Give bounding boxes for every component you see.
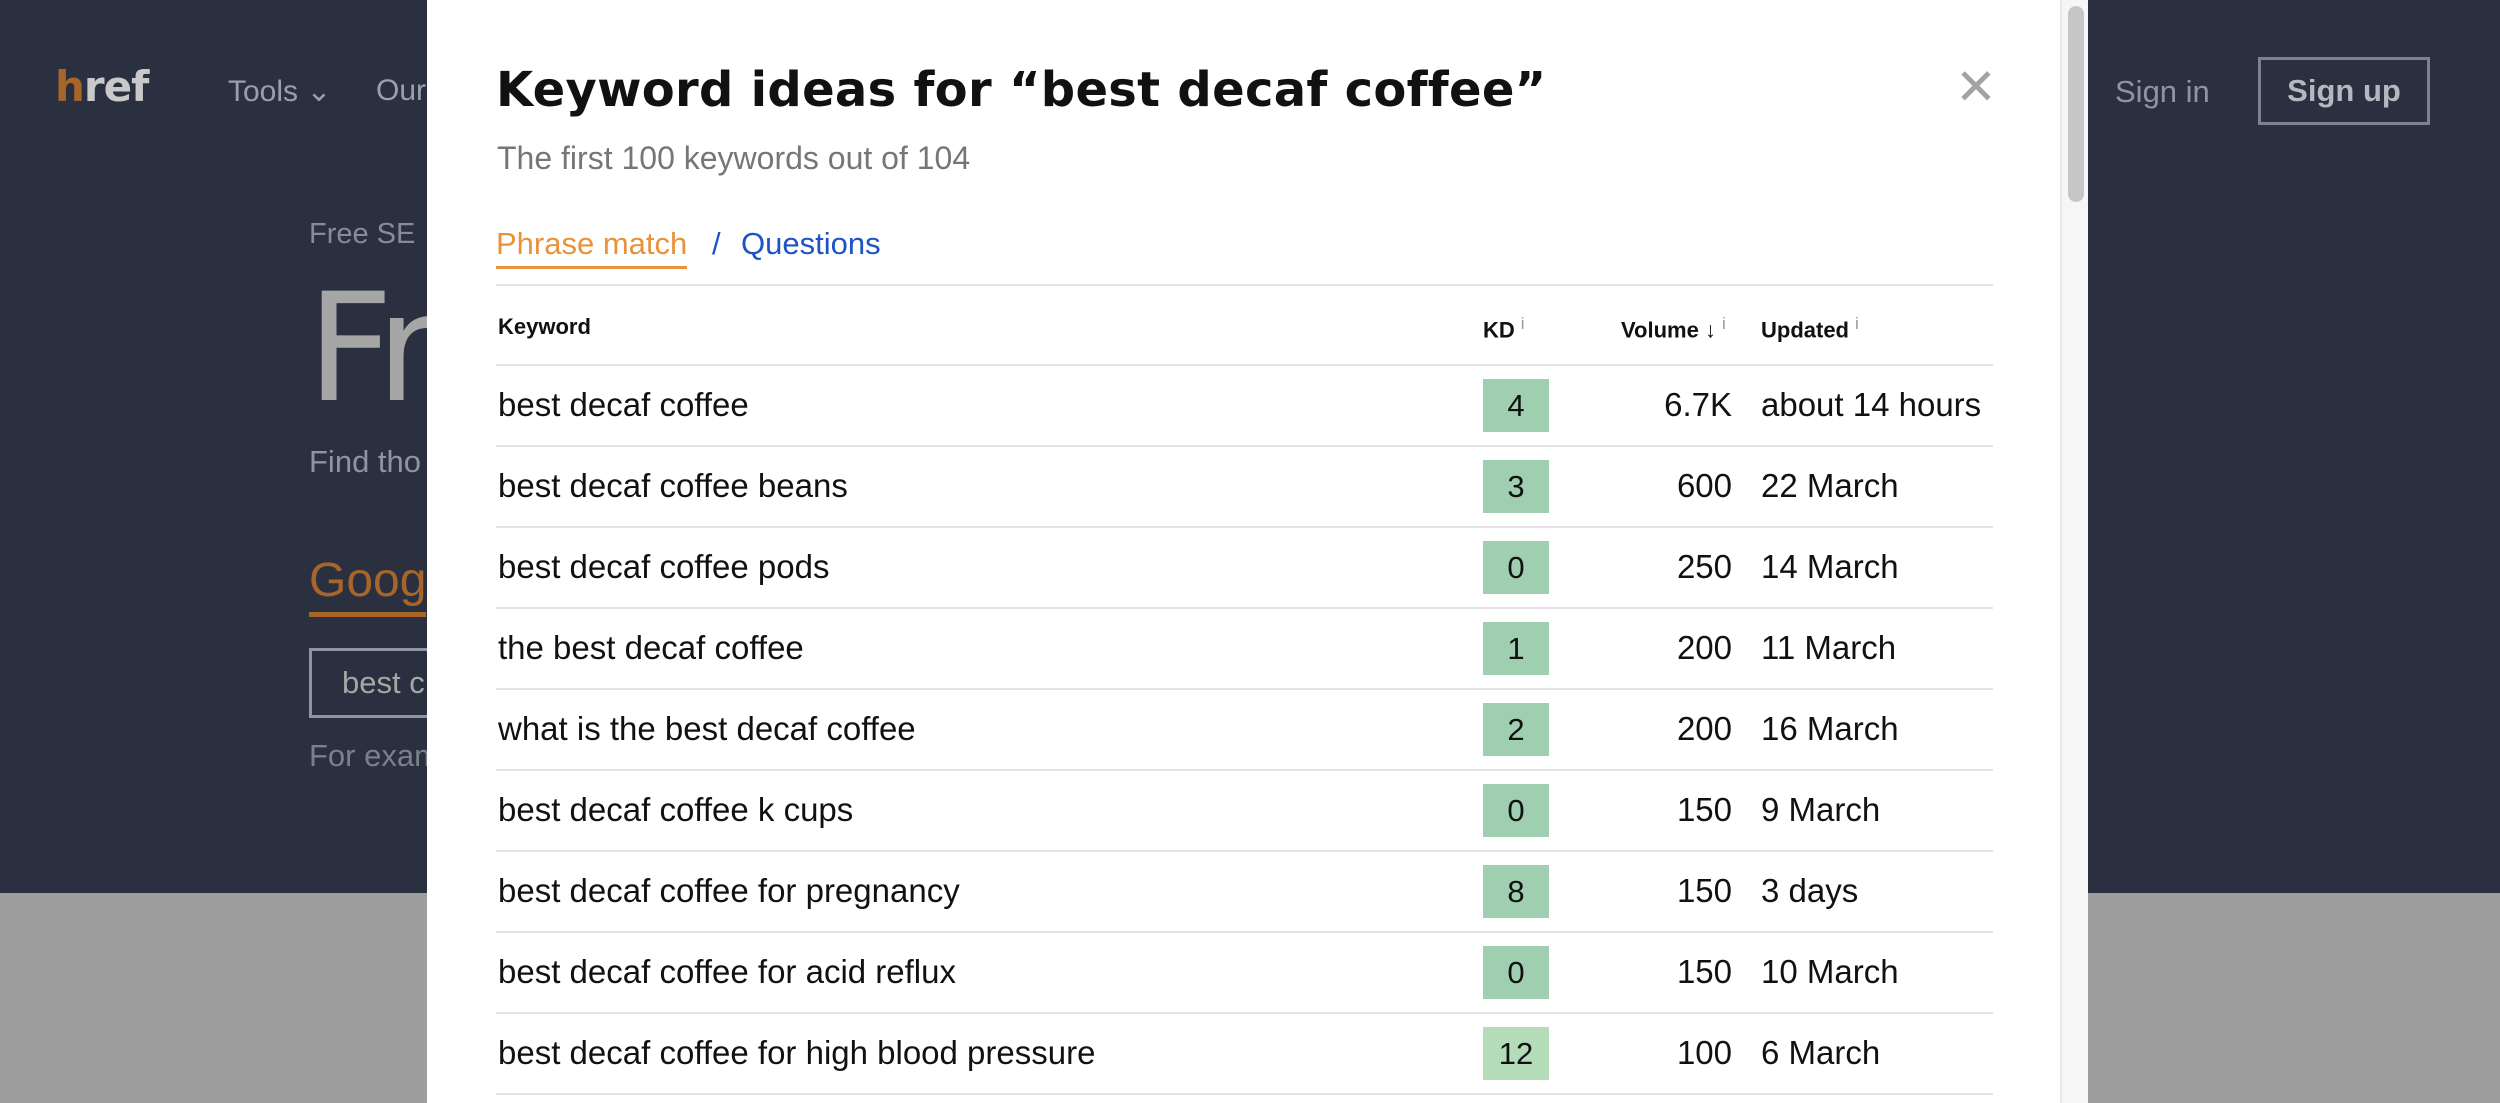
volume-value: 150 [1676, 953, 1732, 990]
column-header-kd[interactable]: KD i [1483, 314, 1525, 343]
updated-value: 9 March [1761, 791, 1881, 828]
keyword-link[interactable]: what is the best decaf coffee [498, 710, 916, 748]
sign-in-link[interactable]: Sign in [2115, 74, 2210, 110]
scrollbar-thumb[interactable] [2068, 6, 2084, 202]
updated-value: 22 March [1761, 467, 1899, 504]
kd-badge: 8 [1483, 865, 1549, 918]
updated-value: 11 March [1761, 629, 1897, 666]
volume-value: 150 [1676, 791, 1732, 828]
sign-up-button[interactable]: Sign up [2258, 57, 2430, 125]
kd-badge: 0 [1483, 946, 1549, 999]
keyword-link[interactable]: best decaf coffee for high blood pressur… [498, 1034, 1095, 1072]
updated-value: about 14 hours [1761, 386, 1982, 423]
keyword-link[interactable]: best decaf coffee beans [498, 467, 848, 505]
nav-tools-menu[interactable]: Tools ⌄ [228, 74, 332, 109]
nav-our-link[interactable]: Our [376, 74, 426, 108]
volume-value: 250 [1676, 548, 1732, 585]
volume-value: 150 [1676, 872, 1732, 909]
kd-badge: 1 [1483, 622, 1549, 675]
volume-value: 6.7K [1664, 386, 1732, 423]
table-row: best decaf coffee for high blood pressur… [496, 1014, 1993, 1095]
updated-value: 14 March [1761, 548, 1899, 585]
keyword-link[interactable]: best decaf coffee pods [498, 548, 829, 586]
table-row: best decaf coffee k cups 0 150 9 March [496, 771, 1993, 852]
updated-value: 3 days [1761, 872, 1859, 909]
keyword-link[interactable]: the best decaf coffee [498, 629, 804, 667]
tab-separator: / [712, 226, 721, 261]
info-icon[interactable]: i [1855, 314, 1859, 333]
kd-badge: 12 [1483, 1027, 1549, 1080]
volume-value: 200 [1676, 710, 1732, 747]
modal-subtitle: The first 100 keywords out of 104 [497, 140, 971, 176]
modal-scrollbar[interactable] [2060, 0, 2088, 1103]
search-engine-tab[interactable]: Goog [309, 553, 427, 617]
volume-value: 600 [1676, 467, 1732, 504]
page-eyebrow: Free SE [309, 218, 416, 250]
column-header-keyword[interactable]: Keyword [498, 314, 591, 340]
table-row: what is the best decaf coffee 2 200 16 Marc… [496, 690, 1993, 771]
keyword-link[interactable]: best decaf coffee for pregnancy [498, 872, 960, 910]
keyword-link[interactable]: best decaf coffee for acid reflux [498, 953, 956, 991]
logo-accent: h [55, 62, 85, 111]
volume-value: 100 [1676, 1034, 1732, 1071]
table-row: best decaf coffee for pregnancy 8 150 3 day… [496, 852, 1993, 933]
updated-value: 6 March [1761, 1034, 1881, 1071]
logo[interactable]: href [55, 62, 149, 111]
tab-questions[interactable]: Questions [741, 226, 881, 262]
table-body: best decaf coffee 4 6.7K about 14 hours best… [496, 366, 1993, 1095]
table-row: best decaf coffee 4 6.7K about 14 hours [496, 366, 1993, 447]
column-header-updated[interactable]: Updated i [1761, 314, 1859, 343]
table-header: Keyword KD i Volume ↓ i Updated i [496, 284, 1993, 366]
kd-badge: 4 [1483, 379, 1549, 432]
volume-value: 200 [1676, 629, 1732, 666]
close-icon[interactable]: ✕ [1951, 62, 2001, 112]
keyword-link[interactable]: best decaf coffee [498, 386, 749, 424]
keyword-link[interactable]: best decaf coffee k cups [498, 791, 853, 829]
table-row: best decaf coffee beans 3 600 22 March [496, 447, 1993, 528]
table-row: best decaf coffee for acid reflux 0 150 10 … [496, 933, 1993, 1014]
example-hint: For exam [309, 738, 440, 773]
table-row: the best decaf coffee 1 200 11 March [496, 609, 1993, 690]
kd-badge: 2 [1483, 703, 1549, 756]
info-icon[interactable]: i [1722, 314, 1726, 333]
page-title: Fr [307, 262, 438, 436]
kd-badge: 0 [1483, 784, 1549, 837]
updated-value: 10 March [1761, 953, 1899, 990]
keywords-table: Keyword KD i Volume ↓ i Updated i best deca… [496, 284, 1993, 1095]
logo-text: ref [83, 62, 149, 111]
kd-badge: 0 [1483, 541, 1549, 594]
info-icon[interactable]: i [1521, 314, 1525, 333]
updated-value: 16 March [1761, 710, 1899, 747]
keyword-ideas-modal: ✕ Keyword ideas for “best decaf coffee” … [427, 0, 2088, 1103]
page-description: Find tho [309, 444, 422, 479]
modal-title: Keyword ideas for “best decaf coffee” [496, 62, 1547, 118]
tab-phrase-match[interactable]: Phrase match [496, 226, 688, 269]
table-row: best decaf coffee pods 0 250 14 March [496, 528, 1993, 609]
kd-badge: 3 [1483, 460, 1549, 513]
column-header-volume[interactable]: Volume ↓ i [1621, 314, 1726, 343]
